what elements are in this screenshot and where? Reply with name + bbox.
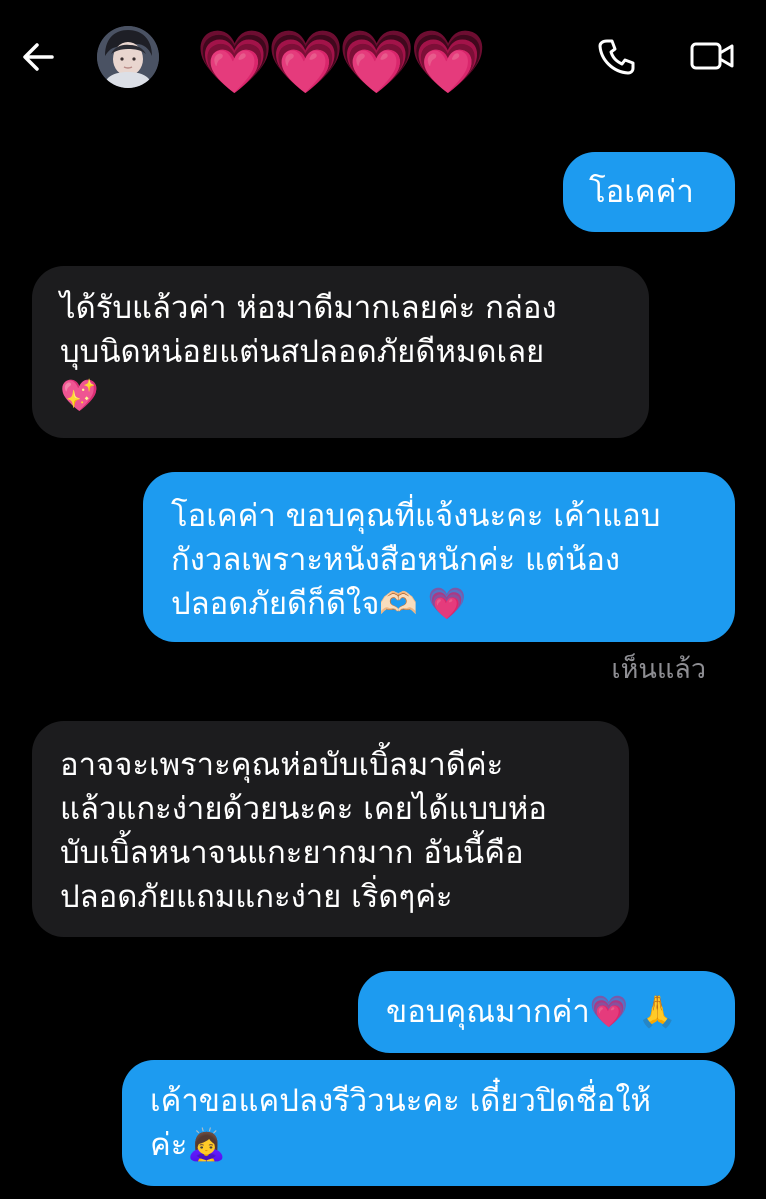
message-bubble-outgoing[interactable]: ขอบคุณมากค่า💗 🙏: [358, 971, 735, 1053]
message-bubble-outgoing[interactable]: โอเคค่า: [563, 152, 735, 232]
message-bubble-outgoing[interactable]: เค้าขอแคปลงรีวิวนะคะ เดี๋ยวปิดชื่อให้ ค่…: [122, 1060, 735, 1186]
message-bubble-incoming[interactable]: อาจจะเพราะคุณห่อบับเบิ้ลมาดีค่ะ แล้วแกะง…: [32, 721, 629, 937]
chat-header: 💗💗💗💗: [0, 0, 766, 120]
phone-icon[interactable]: [596, 37, 636, 77]
contact-name[interactable]: 💗💗💗💗: [196, 22, 487, 102]
message-bubble-incoming[interactable]: ได้รับแล้วค่า ห่อมาดีมากเลยค่ะ กล่อง บุบ…: [32, 266, 649, 438]
message-bubble-outgoing[interactable]: โอเคค่า ขอบคุณที่แจ้งนะคะ เค้าแอบ กังวลเ…: [143, 472, 735, 642]
video-camera-icon[interactable]: [689, 36, 735, 76]
back-arrow-icon[interactable]: [20, 38, 58, 76]
avatar[interactable]: [97, 26, 159, 88]
seen-status: เห็นแล้ว: [611, 654, 706, 685]
